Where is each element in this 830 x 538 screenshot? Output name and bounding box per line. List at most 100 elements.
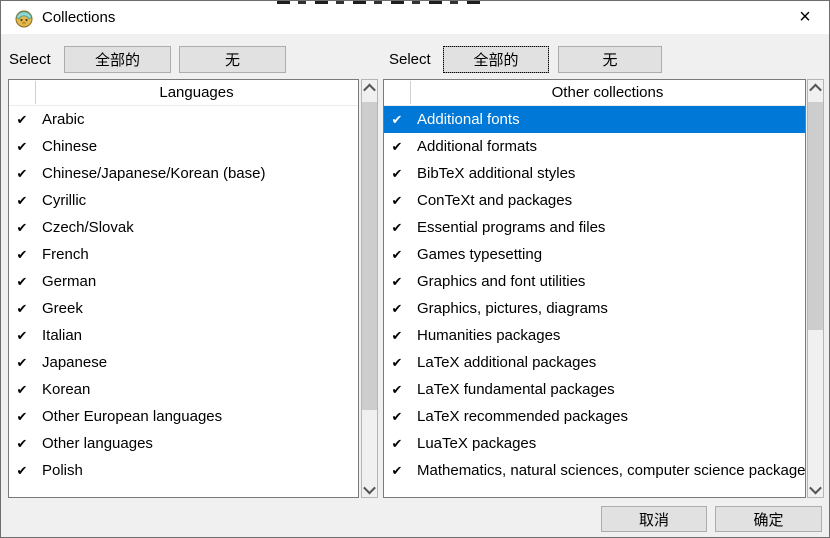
list-item-label: Essential programs and files [410,219,805,236]
list-item[interactable]: ✔LaTeX recommended packages [384,403,805,430]
list-item[interactable]: ✔Essential programs and files [384,214,805,241]
left-scroll-up-button[interactable] [362,80,377,96]
left-scrollbar[interactable] [361,79,378,498]
list-item-label: Additional fonts [410,111,805,128]
right-select-none-button[interactable]: 无 [558,46,662,73]
left-scroll-down-button[interactable] [362,481,377,497]
check-mark-icon: ✔ [9,214,35,241]
list-item[interactable]: ✔Graphics and font utilities [384,268,805,295]
left-select-all-button[interactable]: 全部的 [64,46,171,73]
list-item-label: Chinese/Japanese/Korean (base) [35,165,358,182]
list-item[interactable]: ✔Additional formats [384,133,805,160]
list-item[interactable]: ✔Additional fonts [384,106,805,133]
check-mark-icon: ✔ [9,322,35,349]
check-mark-icon: ✔ [9,349,35,376]
collections-dialog: Collections × Select 全部的 无 Select 全部的 无 … [0,0,830,538]
left-select-label: Select [9,51,51,68]
list-item-label: Graphics, pictures, diagrams [410,300,805,317]
check-mark-icon: ✔ [9,241,35,268]
right-scroll-up-button[interactable] [808,80,823,96]
list-item[interactable]: ✔LaTeX fundamental packages [384,376,805,403]
list-item[interactable]: ✔French [9,241,358,268]
title-bar[interactable]: Collections × [1,1,829,34]
list-item[interactable]: ✔LaTeX additional packages [384,349,805,376]
list-item-label: LuaTeX packages [410,435,805,452]
collections-list-header: Other collections [384,80,805,106]
chevron-up-icon [809,83,822,96]
list-item-label: German [35,273,358,290]
list-item[interactable]: ✔Mathematics, natural sciences, computer… [384,457,805,484]
list-item-label: Greek [35,300,358,317]
list-item[interactable]: ✔Japanese [9,349,358,376]
list-item-label: Graphics and font utilities [410,273,805,290]
window-title: Collections [42,9,115,26]
list-item-label: ConTeXt and packages [410,192,805,209]
list-item[interactable]: ✔BibTeX additional styles [384,160,805,187]
check-mark-icon: ✔ [9,403,35,430]
app-icon [14,8,34,28]
list-item-label: Italian [35,327,358,344]
list-item[interactable]: ✔Czech/Slovak [9,214,358,241]
cancel-button[interactable]: 取消 [601,506,707,532]
list-item[interactable]: ✔ConTeXt and packages [384,187,805,214]
right-scrollbar-thumb[interactable] [808,102,823,330]
check-mark-icon: ✔ [9,457,35,484]
right-select-label: Select [389,51,431,68]
languages-header-label: Languages [35,80,358,105]
list-item[interactable]: ✔Other European languages [9,403,358,430]
list-item[interactable]: ✔Games typesetting [384,241,805,268]
check-mark-icon: ✔ [384,295,410,322]
background-window-artifact [277,1,483,4]
check-mark-icon: ✔ [9,187,35,214]
list-item[interactable]: ✔Cyrillic [9,187,358,214]
list-item[interactable]: ✔Greek [9,295,358,322]
list-item[interactable]: ✔Chinese [9,133,358,160]
check-mark-icon: ✔ [384,160,410,187]
list-item-label: Polish [35,462,358,479]
list-item[interactable]: ✔German [9,268,358,295]
list-item-label: BibTeX additional styles [410,165,805,182]
check-mark-icon: ✔ [384,430,410,457]
check-mark-icon: ✔ [384,322,410,349]
check-mark-icon: ✔ [9,133,35,160]
list-item-label: Czech/Slovak [35,219,358,236]
collections-header-label: Other collections [410,80,805,105]
check-mark-icon: ✔ [384,106,410,133]
chevron-down-icon [363,481,376,494]
list-item[interactable]: ✔Other languages [9,430,358,457]
left-select-none-button[interactable]: 无 [179,46,286,73]
list-item[interactable]: ✔Korean [9,376,358,403]
chevron-down-icon [809,481,822,494]
check-mark-icon: ✔ [9,160,35,187]
list-item-label: French [35,246,358,263]
right-select-all-button[interactable]: 全部的 [443,46,549,73]
list-item-label: LaTeX fundamental packages [410,381,805,398]
right-scroll-down-button[interactable] [808,481,823,497]
right-scrollbar[interactable] [807,79,824,498]
check-mark-icon: ✔ [384,187,410,214]
list-item-label: Japanese [35,354,358,371]
check-mark-icon: ✔ [9,376,35,403]
list-item[interactable]: ✔Chinese/Japanese/Korean (base) [9,160,358,187]
check-mark-icon: ✔ [384,214,410,241]
list-item[interactable]: ✔Arabic [9,106,358,133]
list-item[interactable]: ✔LuaTeX packages [384,430,805,457]
list-item[interactable]: ✔Humanities packages [384,322,805,349]
chevron-up-icon [363,83,376,96]
list-item[interactable]: ✔Polish [9,457,358,484]
collections-list: Other collections ✔Additional fonts✔Addi… [383,79,806,498]
list-item[interactable]: ✔Graphics, pictures, diagrams [384,295,805,322]
left-scrollbar-thumb[interactable] [362,102,377,410]
close-button[interactable]: × [783,1,827,33]
list-item-label: Humanities packages [410,327,805,344]
list-item[interactable]: ✔Italian [9,322,358,349]
languages-list: Languages ✔Arabic✔Chinese✔Chinese/Japane… [8,79,359,498]
list-item-label: Arabic [35,111,358,128]
check-mark-icon: ✔ [384,241,410,268]
check-mark-icon: ✔ [9,430,35,457]
list-item-label: Chinese [35,138,358,155]
ok-button[interactable]: 确定 [715,506,822,532]
list-item-label: Cyrillic [35,192,358,209]
list-item-label: Additional formats [410,138,805,155]
check-mark-icon: ✔ [384,349,410,376]
